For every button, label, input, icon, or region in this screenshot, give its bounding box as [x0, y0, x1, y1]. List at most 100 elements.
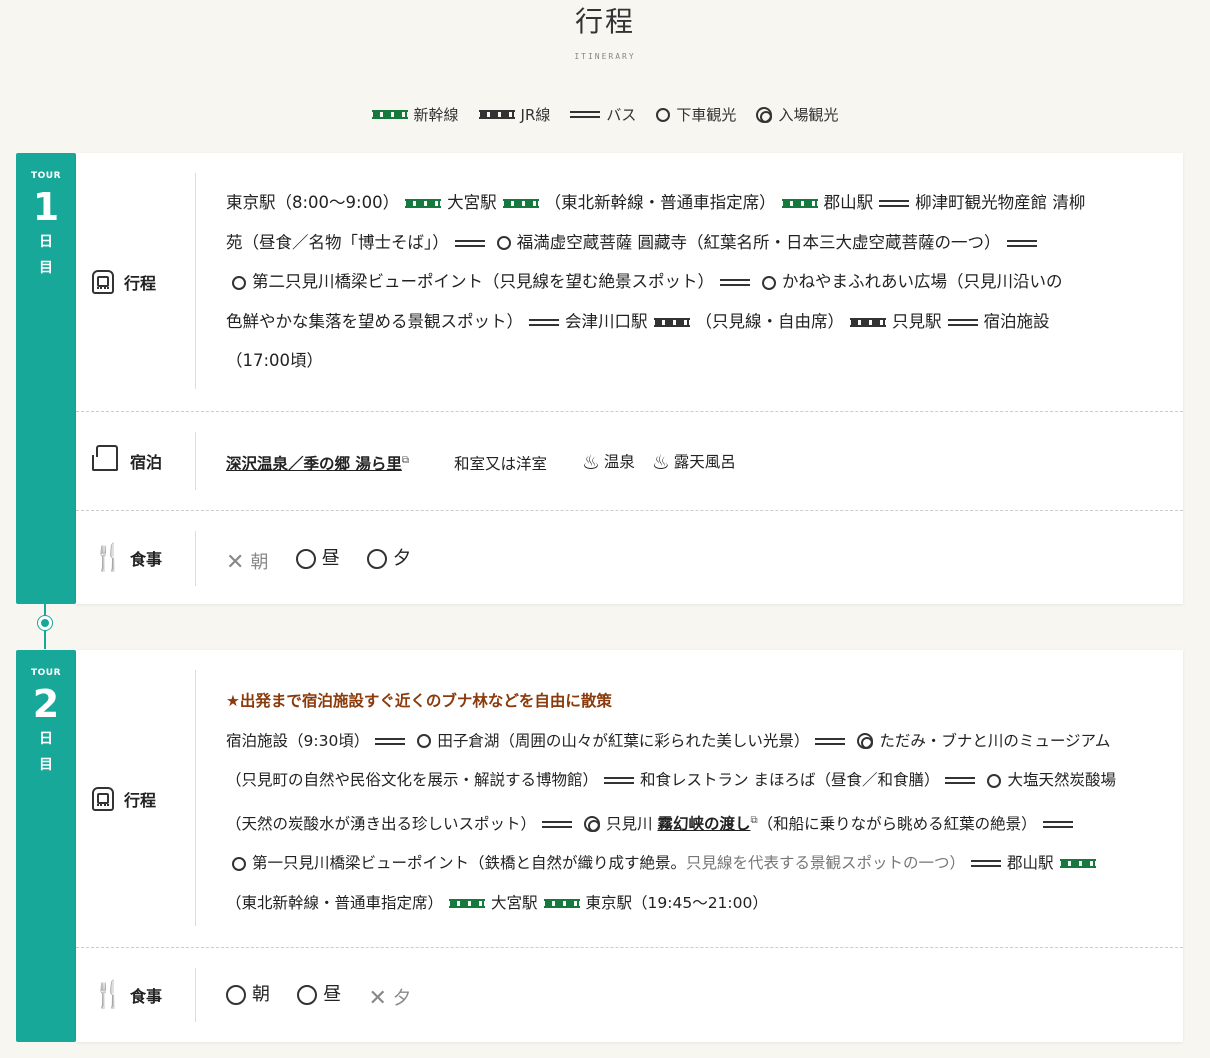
legend-admission: 入場観光 — [756, 104, 838, 125]
day-tab: TOUR 2 日 目 — [16, 650, 76, 1042]
meal-dinner: ✕ 夕 — [369, 979, 411, 1019]
legend: 新幹線 JR線 バス 下車観光 入場観光 — [0, 104, 1210, 125]
bed-icon — [92, 445, 120, 475]
legend-jr: JR線 — [478, 104, 550, 125]
bus-line-icon — [604, 777, 635, 784]
bus-line-icon — [570, 111, 601, 118]
circle-icon — [417, 734, 432, 748]
shinkansen-rail-icon — [371, 110, 408, 119]
train-icon — [92, 270, 114, 294]
legend-shinkansen: 新幹線 — [371, 104, 459, 125]
day-tab: TOUR 1 日 目 — [16, 153, 76, 604]
bus-line-icon — [971, 860, 1002, 868]
circle-icon — [232, 856, 246, 871]
itinerary-text: ★出発まで宿泊施設すぐ近くのブナ林などを自由に散策 宿泊施設（9:30頃） 田子倉… — [226, 692, 1116, 912]
hot-spring-icon: ♨ — [581, 450, 600, 475]
label-text: 宿泊 — [130, 453, 163, 472]
meal-breakfast: ✕ 朝 — [226, 543, 268, 583]
day-unit: 日 — [39, 731, 53, 747]
bus-line-icon — [542, 820, 573, 828]
meal-row: 🍴 食事 朝 昼 ✕ 夕 — [76, 948, 1183, 1042]
shinkansen-rail-icon — [543, 898, 580, 908]
label-text: 食事 — [130, 549, 163, 569]
bus-line-icon — [945, 777, 976, 784]
circle-icon — [226, 984, 246, 1005]
cutlery-icon: 🍴 — [92, 542, 125, 573]
circle-icon — [987, 773, 1002, 788]
jr-rail-icon — [850, 317, 886, 327]
onsen-feature: ♨ 温泉 — [582, 443, 635, 483]
stay-content: 深沢温泉／季の郷 湯ら里⧉ 和室又は洋室 ♨ 温泉 ♨ 露天風呂 — [226, 441, 1155, 485]
tour-label: TOUR — [30, 171, 62, 181]
bus-line-icon — [375, 737, 406, 745]
legend-label: バス — [606, 106, 637, 124]
day-card: 行程 ★出発まで宿泊施設すぐ近くのブナ林などを自由に散策 宿泊施設（9:30頃）… — [76, 650, 1183, 1042]
cross-icon: ✕ — [368, 985, 387, 1011]
circle-icon — [295, 548, 316, 569]
meal-content: ✕ 朝 昼 夕 — [226, 539, 1155, 583]
day-number: 2 — [32, 682, 60, 726]
shinkansen-rail-icon — [1059, 859, 1096, 869]
label-text: 食事 — [130, 987, 163, 1006]
legend-bus: バス — [570, 104, 636, 125]
train-icon — [92, 786, 114, 811]
bus-line-icon — [720, 279, 750, 286]
legend-stop: 下車観光 — [656, 104, 736, 125]
shinkansen-rail-icon — [405, 199, 442, 208]
itinerary-label: 行程 — [76, 153, 196, 411]
bus-line-icon — [1042, 820, 1073, 828]
itinerary-row: 行程 ★出発まで宿泊施設すぐ近くのブナ林などを自由に散策 宿泊施設（9:30頃）… — [76, 650, 1183, 947]
itinerary-text: 東京駅（8:00～9:00） 大宮駅 （東北新幹線・普通車指定席） 郡山駅 柳津町観光物… — [226, 193, 1086, 370]
stay-label: 宿泊 — [76, 412, 196, 510]
meal-lunch: 昼 — [295, 539, 340, 579]
hotel-link[interactable]: 深沢温泉／季の郷 湯ら里 — [226, 455, 402, 473]
day-1: TOUR 1 日 目 行程 東京駅（8:00～9:00） 大宮駅 （東北新幹線・普通… — [16, 153, 1183, 604]
legend-label: 新幹線 — [413, 106, 459, 124]
page-title: 行程 — [574, 5, 635, 38]
meal-label: 🍴 食事 — [76, 511, 196, 604]
jr-rail-icon — [478, 110, 515, 119]
rotenburo-feature: ♨ 露天風呂 — [652, 443, 736, 483]
meal-dinner: 夕 — [366, 539, 411, 579]
double-circle-icon — [584, 816, 601, 833]
room-type: 和室又は洋室 — [453, 455, 547, 474]
external-link-icon: ⧉ — [750, 814, 758, 826]
shinkansen-rail-icon — [449, 898, 486, 908]
day-number: 1 — [32, 185, 60, 229]
ferry-link[interactable]: 霧幻峡の渡し — [657, 815, 750, 833]
cutlery-icon: 🍴 — [92, 980, 125, 1010]
shinkansen-rail-icon — [502, 199, 539, 208]
tour-label: TOUR — [30, 668, 62, 678]
tour-note: ★出発まで宿泊施設すぐ近くのブナ林などを自由に散策 — [226, 692, 612, 710]
stay-row: 宿泊 深沢温泉／季の郷 湯ら里⧉ 和室又は洋室 ♨ 温泉 ♨ 露天風呂 — [76, 412, 1183, 510]
meal-label: 🍴 食事 — [76, 948, 196, 1042]
meal-breakfast: 朝 — [226, 975, 270, 1015]
itinerary-row: 行程 東京駅（8:00～9:00） 大宮駅 （東北新幹線・普通車指定席） 郡山駅 柳津町… — [76, 153, 1183, 411]
external-link-icon: ⧉ — [401, 455, 410, 466]
double-circle-icon — [857, 733, 874, 749]
circle-icon — [656, 107, 671, 122]
meal-row: 🍴 食事 ✕ 朝 昼 夕 — [76, 511, 1183, 604]
bus-line-icon — [454, 239, 485, 247]
day-card: 行程 東京駅（8:00～9:00） 大宮駅 （東北新幹線・普通車指定席） 郡山駅 柳津町… — [76, 153, 1183, 604]
circle-icon — [496, 236, 511, 250]
open-air-bath-icon: ♨ — [651, 450, 670, 475]
double-circle-icon — [756, 106, 773, 123]
day-unit: 日 — [39, 234, 53, 250]
circle-icon — [762, 275, 776, 290]
page-subtitle: ITINERARY — [574, 52, 636, 61]
day-unit: 目 — [39, 757, 53, 773]
day-unit: 目 — [39, 260, 53, 276]
label-text: 行程 — [124, 790, 157, 810]
cross-icon: ✕ — [226, 549, 245, 575]
circle-icon — [232, 275, 246, 290]
bus-line-icon — [529, 318, 559, 326]
label-text: 行程 — [124, 274, 157, 293]
bus-line-icon — [1006, 239, 1037, 247]
bus-line-icon — [879, 200, 910, 207]
meal-content: 朝 昼 ✕ 夕 — [226, 975, 1155, 1019]
circle-icon — [366, 548, 387, 569]
legend-label: 入場観光 — [778, 106, 839, 124]
bus-line-icon — [815, 737, 846, 745]
shinkansen-rail-icon — [781, 199, 818, 208]
